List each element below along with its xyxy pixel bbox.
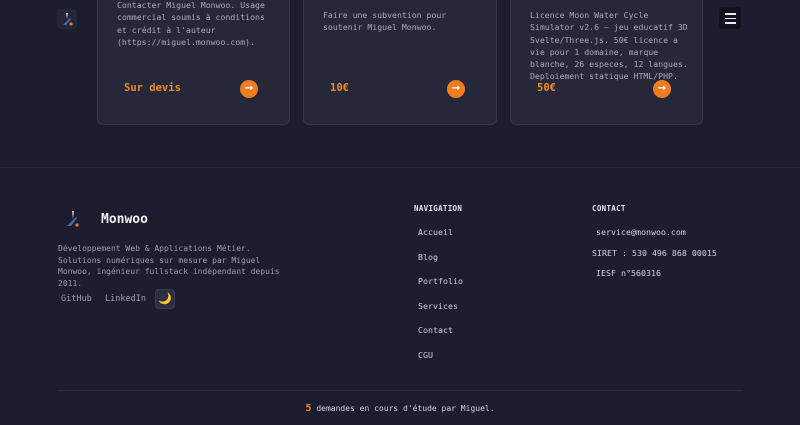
contact-heading: CONTACT — [592, 204, 626, 213]
pricing-card-donation: Faire une subvention pour soutenir Migue… — [303, 0, 497, 125]
card-price: Sur devis — [124, 82, 181, 94]
contact-email-link[interactable]: service@monwoo.com — [596, 227, 686, 237]
card-price: 10€ — [330, 82, 349, 94]
arrow-right-icon[interactable]: → — [653, 80, 671, 98]
theme-toggle-moon-icon[interactable]: 🌙 — [155, 289, 175, 309]
nav-link-blog[interactable]: Blog — [418, 252, 438, 262]
card-price: 50€ — [537, 82, 556, 94]
logo-icon — [63, 13, 73, 26]
menu-button[interactable] — [719, 7, 741, 29]
site-logo[interactable] — [57, 9, 77, 29]
section-divider — [0, 167, 800, 168]
footer-divider — [58, 390, 742, 391]
navigation-heading: NAVIGATION — [414, 204, 463, 213]
linkedin-link[interactable]: LinkedIn — [105, 294, 146, 304]
nav-link-contact[interactable]: Contact — [418, 325, 453, 335]
footer-logo-icon — [62, 208, 84, 230]
contact-iesf: IESF n°560316 — [596, 268, 661, 278]
pricing-card-contact: Contacter Miguel Monwoo. Usage commercia… — [97, 0, 290, 125]
github-link[interactable]: GitHub — [61, 294, 92, 304]
arrow-right-icon[interactable]: → — [447, 80, 465, 98]
status-bar: 5 demandes en cours d'étude par Miguel. — [0, 403, 800, 414]
pricing-card-license: Licence Moon Water Cycle Simulator v2.6 … — [510, 0, 703, 125]
footer-brand-name: Monwoo — [101, 212, 148, 227]
hamburger-icon — [725, 13, 736, 15]
nav-link-services[interactable]: Services — [418, 301, 458, 311]
nav-link-portfolio[interactable]: Portfolio — [418, 276, 463, 286]
status-text: demandes en cours d'étude par Miguel. — [311, 404, 495, 413]
nav-link-accueil[interactable]: Accueil — [418, 227, 453, 237]
card-description: Contacter Miguel Monwoo. Usage commercia… — [117, 0, 265, 47]
card-description: Faire une subvention pour soutenir Migue… — [323, 10, 447, 33]
nav-link-cgu[interactable]: CGU — [418, 350, 433, 360]
card-description: Licence Moon Water Cycle Simulator v2.6 … — [530, 10, 688, 82]
footer-brand-description: Développement Web & Applications Métier.… — [58, 244, 280, 288]
contact-siret: SIRET : 530 496 868 00015 — [592, 248, 717, 258]
arrow-right-icon[interactable]: → — [240, 80, 258, 98]
